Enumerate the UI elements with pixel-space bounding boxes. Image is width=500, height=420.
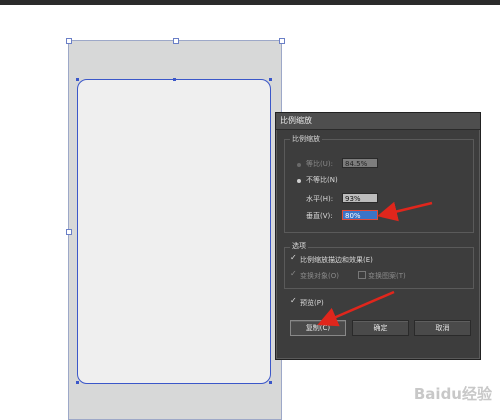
uniform-label: 等比(U):	[306, 160, 333, 168]
scale-group-label: 比例缩放	[290, 134, 322, 144]
selected-rounded-rectangle[interactable]	[77, 79, 271, 384]
horizontal-label: 水平(H):	[306, 195, 334, 203]
artboard-handle[interactable]	[66, 229, 72, 235]
non-uniform-radio[interactable]	[297, 179, 301, 183]
scale-dialog: 比例缩放 比例缩放 等比(U): 84.5% 不等比(N) 水平(H): 93%…	[275, 112, 481, 360]
copy-button[interactable]: 复制(C)	[290, 320, 346, 336]
shape-anchor[interactable]	[269, 78, 272, 81]
artboard-handle[interactable]	[173, 38, 179, 44]
transform-objects-label: 变换对象(O)	[300, 272, 339, 280]
shape-anchor[interactable]	[269, 381, 272, 384]
options-label: 选项	[290, 241, 308, 251]
transform-objects-checkbox[interactable]: ✓	[290, 269, 297, 278]
options-group	[284, 247, 474, 289]
top-bar	[0, 0, 500, 5]
horizontal-field[interactable]: 93%	[342, 193, 378, 203]
uniform-field[interactable]: 84.5%	[342, 158, 378, 168]
artboard-handle[interactable]	[279, 38, 285, 44]
preview-checkbox[interactable]: ✓	[290, 296, 297, 305]
artboard-handle[interactable]	[66, 38, 72, 44]
vertical-label: 垂直(V):	[306, 212, 333, 220]
watermark: Baidu经验	[413, 385, 492, 403]
cancel-button[interactable]: 取消	[414, 320, 471, 336]
shape-anchor[interactable]	[173, 78, 176, 81]
scale-strokes-checkbox[interactable]: ✓	[290, 253, 297, 262]
non-uniform-label: 不等比(N)	[306, 176, 338, 184]
ok-button[interactable]: 确定	[352, 320, 409, 336]
vertical-field[interactable]: 80%	[342, 210, 378, 220]
shape-anchor[interactable]	[76, 78, 79, 81]
transform-patterns-checkbox[interactable]	[358, 271, 366, 279]
scale-strokes-label: 比例缩放描边和效果(E)	[300, 256, 373, 264]
shape-anchor[interactable]	[76, 381, 79, 384]
dialog-title: 比例缩放	[276, 113, 480, 130]
uniform-radio[interactable]	[297, 163, 301, 167]
preview-label: 预览(P)	[300, 299, 324, 307]
transform-patterns-label: 变换图案(T)	[368, 272, 406, 280]
